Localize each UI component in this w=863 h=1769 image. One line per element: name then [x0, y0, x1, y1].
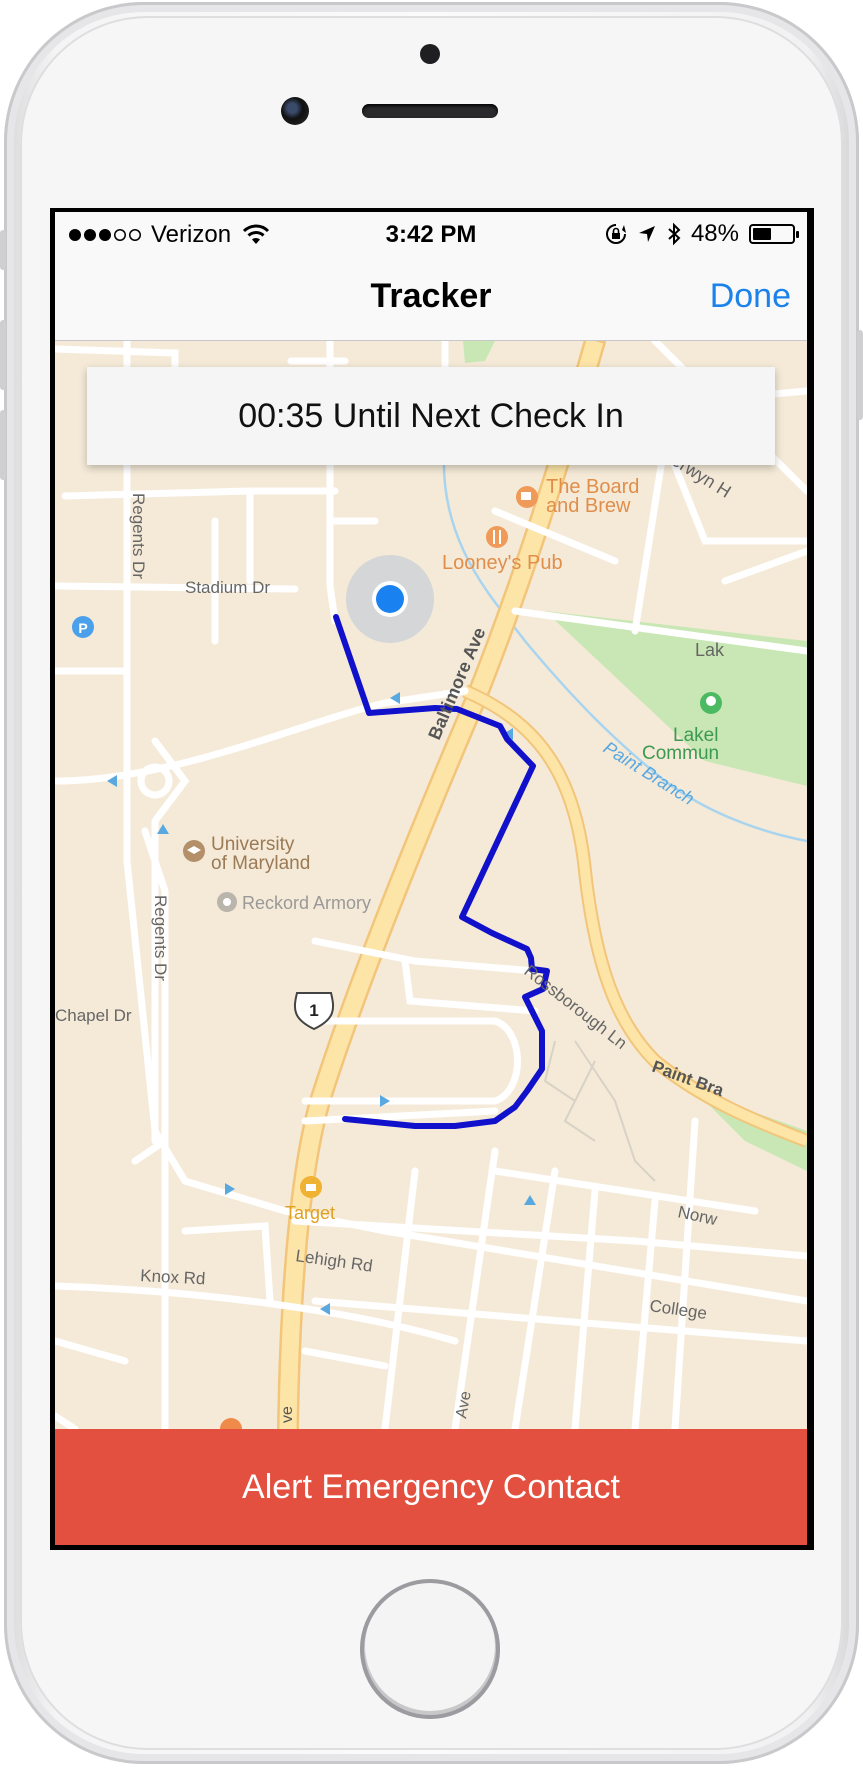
alert-button-label: Alert Emergency Contact — [242, 1467, 620, 1506]
check-in-countdown: 00:35 Until Next Check In — [238, 396, 624, 435]
battery-icon — [749, 224, 799, 244]
earpiece-speaker — [362, 104, 498, 118]
mute-switch — [0, 230, 6, 270]
map-label-regents-dr-top: Regents Dr — [129, 493, 148, 579]
map-label-chapel-dr: Chapel Dr — [55, 1006, 132, 1025]
route-shield-number: 1 — [309, 1001, 318, 1020]
map-canvas: Berwyn H The Board and Brew Looney's Pub… — [55, 341, 807, 1429]
map-view[interactable]: Berwyn H The Board and Brew Looney's Pub… — [55, 341, 807, 1429]
volume-up-button — [0, 320, 6, 390]
page-title: Tracker — [370, 277, 492, 315]
screen: Verizon 3:42 PM 48% Tracker Done Berwyn … — [55, 212, 807, 1545]
map-label-lakeland-2: Commun — [642, 743, 719, 764]
front-camera — [281, 97, 309, 125]
screen-bezel: Verizon 3:42 PM 48% Tracker Done Berwyn … — [50, 208, 814, 1550]
map-label-lak: Lak — [695, 640, 725, 660]
alert-emergency-contact-button[interactable]: Alert Emergency Contact — [55, 1429, 807, 1545]
map-label-board-and-brew-2: and Brew — [546, 495, 631, 517]
map-label-college: College — [648, 1296, 708, 1323]
restaurant-poi-icon — [486, 526, 508, 548]
map-label-ave-partial-2: Ave — [453, 1390, 474, 1420]
check-in-banner: 00:35 Until Next Check In — [87, 367, 775, 465]
done-button[interactable]: Done — [710, 277, 791, 316]
map-label-stadium-dr: Stadium Dr — [185, 578, 270, 597]
home-button[interactable] — [360, 1579, 500, 1719]
volume-down-button — [0, 410, 6, 480]
map-label-target: Target — [285, 1203, 335, 1223]
battery-percent: 48% — [690, 220, 739, 247]
map-label-university: University — [211, 834, 295, 855]
map-label-lehigh-rd: Lehigh Rd — [294, 1246, 373, 1276]
map-label-regents-dr-bottom: Regents Dr — [151, 895, 170, 981]
orientation-lock-icon — [605, 224, 626, 244]
park-area-top — [463, 341, 495, 363]
map-label-university-2: of Maryland — [211, 853, 310, 874]
map-label-reckord-armory: Reckord Armory — [242, 893, 371, 913]
map-label-knox-rd: Knox Rd — [140, 1266, 206, 1288]
parking-label: P — [78, 620, 87, 636]
location-arrow-icon — [638, 226, 655, 242]
map-label-paint-branch-road: Paint Bra — [650, 1057, 727, 1101]
poi-partial-icon — [220, 1418, 242, 1429]
bluetooth-icon — [668, 222, 681, 246]
power-button — [857, 330, 863, 420]
map-label-ave-partial: ve — [279, 1406, 296, 1423]
map-label-looneys-pub: Looney's Pub — [442, 552, 563, 574]
proximity-sensor — [420, 44, 440, 64]
navigation-bar: Tracker Done — [55, 252, 807, 341]
status-bar: Verizon 3:42 PM 48% — [55, 212, 807, 252]
status-right-group: 48% — [605, 220, 799, 248]
